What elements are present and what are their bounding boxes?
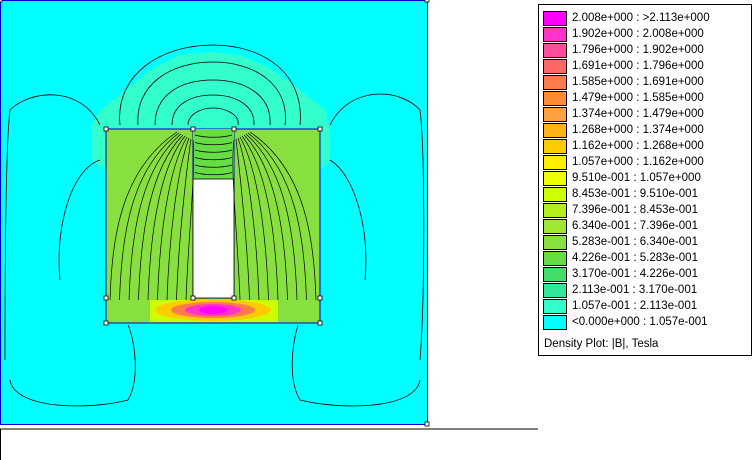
legend-entry: 9.510e-001 : 1.057e+000 xyxy=(543,171,749,187)
legend-range-label: 2.113e-001 : 3.170e-001 xyxy=(572,284,698,296)
legend-swatch xyxy=(543,171,567,186)
legend-swatch xyxy=(543,59,567,74)
legend-range-label: 1.585e+000 : 1.691e+000 xyxy=(572,76,704,88)
legend-range-label: 8.453e-001 : 9.510e-001 xyxy=(572,188,698,200)
legend-entry: 2.113e-001 : 3.170e-001 xyxy=(543,283,749,299)
legend-entry: 1.057e+000 : 1.162e+000 xyxy=(543,155,749,171)
legend-entry: 1.162e+000 : 1.268e+000 xyxy=(543,139,749,155)
legend-range-label: 6.340e-001 : 7.396e-001 xyxy=(572,220,698,232)
legend-range-label: 3.170e-001 : 4.226e-001 xyxy=(572,268,698,280)
legend-swatch xyxy=(543,75,567,90)
legend-swatch xyxy=(543,123,567,138)
legend-swatch xyxy=(543,267,567,282)
core-bridge xyxy=(193,129,234,179)
legend-swatch xyxy=(543,91,567,106)
legend-range-label: 1.691e+000 : 1.796e+000 xyxy=(572,60,704,72)
legend-swatch xyxy=(543,187,567,202)
legend-swatch xyxy=(543,251,567,266)
legend-range-label: 1.057e-001 : 2.113e-001 xyxy=(572,300,698,312)
legend-swatch xyxy=(543,315,567,330)
legend-entry: 1.057e-001 : 2.113e-001 xyxy=(543,299,749,315)
legend-entry: <0.000e+000 : 1.057e-001 xyxy=(543,315,749,331)
legend-range-label: 1.902e+000 : 2.008e+000 xyxy=(572,28,704,40)
legend-entry: 1.902e+000 : 2.008e+000 xyxy=(543,27,749,43)
legend-range-label: 5.283e-001 : 6.340e-001 xyxy=(572,236,698,248)
legend-range-label: 1.162e+000 : 1.268e+000 xyxy=(572,140,704,152)
legend-range-label: 2.008e+000 : >2.113e+000 xyxy=(572,12,710,24)
legend-range-label: 7.396e-001 : 8.453e-001 xyxy=(572,204,698,216)
legend-entry: 1.374e+000 : 1.479e+000 xyxy=(543,107,749,123)
density-legend: 2.008e+000 : >2.113e+000 1.902e+000 : 2.0… xyxy=(538,4,752,356)
legend-swatch xyxy=(543,203,567,218)
legend-entry: 1.585e+000 : 1.691e+000 xyxy=(543,75,749,91)
legend-entry: 1.691e+000 : 1.796e+000 xyxy=(543,59,749,75)
legend-entry: 7.396e-001 : 8.453e-001 xyxy=(543,203,749,219)
legend-range-label: 1.374e+000 : 1.479e+000 xyxy=(572,108,704,120)
legend-entry: 6.340e-001 : 7.396e-001 xyxy=(543,219,749,235)
legend-range-label: 1.479e+000 : 1.585e+000 xyxy=(572,92,704,104)
legend-swatch xyxy=(543,235,567,250)
legend-entry: 2.008e+000 : >2.113e+000 xyxy=(543,11,749,27)
legend-swatch xyxy=(543,219,567,234)
legend-swatch xyxy=(543,107,567,122)
legend-swatch xyxy=(543,155,567,170)
legend-swatch xyxy=(543,283,567,298)
legend-range-label: 1.057e+000 : 1.162e+000 xyxy=(572,156,704,168)
legend-swatch xyxy=(543,139,567,154)
legend-entry: 1.796e+000 : 1.902e+000 xyxy=(543,43,749,59)
legend-swatch xyxy=(543,43,567,58)
legend-entry: 4.226e-001 : 5.283e-001 xyxy=(543,251,749,267)
legend-title: Density Plot: |B|, Tesla xyxy=(544,338,659,350)
legend-range-label: 4.226e-001 : 5.283e-001 xyxy=(572,252,698,264)
air-gap-hotspot xyxy=(150,299,278,322)
legend-entry: 5.283e-001 : 6.340e-001 xyxy=(543,235,749,251)
legend-range-label: 1.796e+000 : 1.902e+000 xyxy=(572,44,704,56)
legend-range-label: 1.268e+000 : 1.374e+000 xyxy=(572,124,704,136)
flux-density-plot[interactable] xyxy=(0,0,538,460)
legend-entry: 1.268e+000 : 1.374e+000 xyxy=(543,123,749,139)
legend-swatch xyxy=(543,11,567,26)
legend-range-label: <0.000e+000 : 1.057e-001 xyxy=(572,316,708,328)
legend-range-label: 9.510e-001 : 1.057e+000 xyxy=(572,172,701,184)
legend-entry: 1.479e+000 : 1.585e+000 xyxy=(543,91,749,107)
legend-entry: 8.453e-001 : 9.510e-001 xyxy=(543,187,749,203)
air-window xyxy=(192,178,235,299)
legend-swatch xyxy=(543,27,567,42)
legend-entry: 3.170e-001 : 4.226e-001 xyxy=(543,267,749,283)
legend-swatch xyxy=(543,299,567,314)
